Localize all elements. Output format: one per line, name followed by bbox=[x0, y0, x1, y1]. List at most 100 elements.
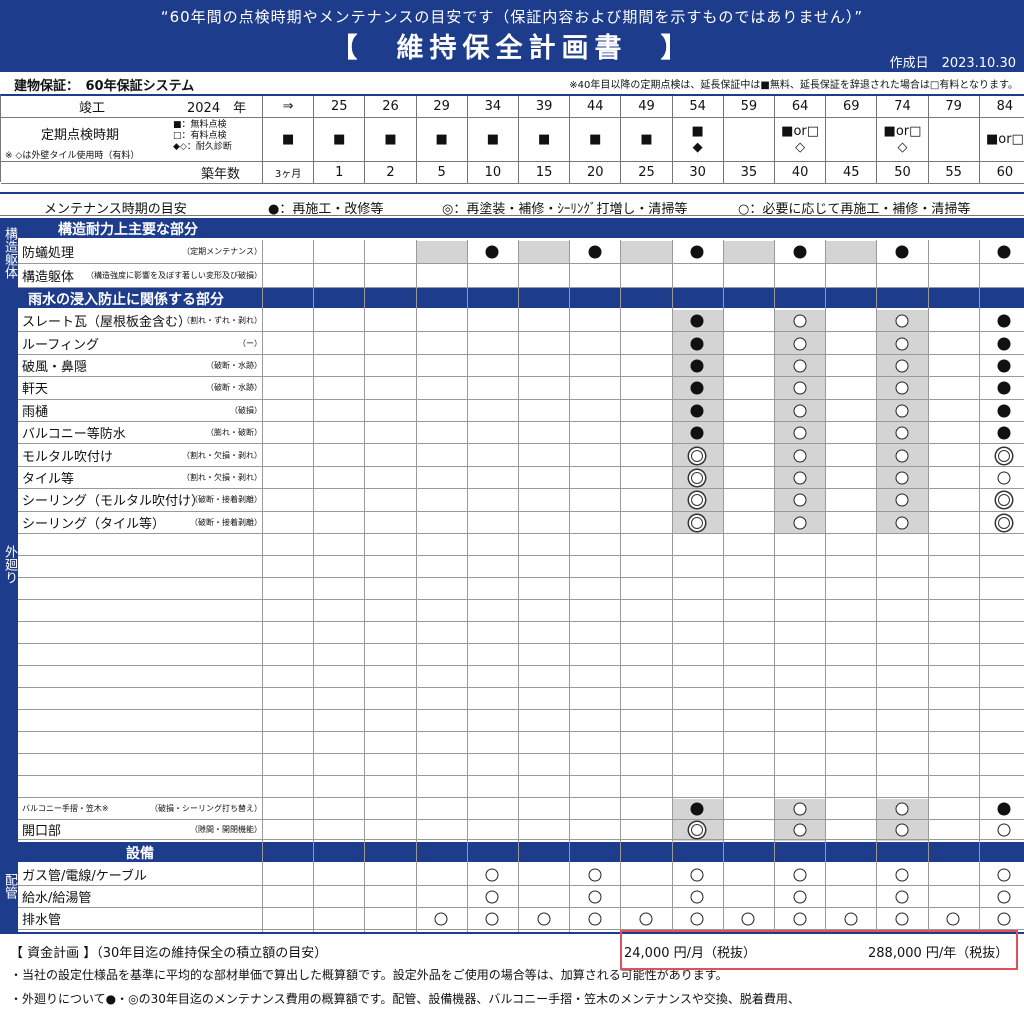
section-equipment-label: 設備 bbox=[126, 846, 154, 862]
open-circle-icon bbox=[588, 912, 602, 926]
inspection-mark-cell: ■ bbox=[570, 118, 622, 162]
open-circle-icon bbox=[895, 912, 909, 926]
column-divider bbox=[825, 240, 827, 932]
open-circle-icon bbox=[741, 912, 755, 926]
row-note: （破断・水跡） bbox=[206, 360, 262, 370]
empty-row bbox=[18, 688, 1024, 710]
inspection-mark-cell: ■or□ ◇ bbox=[877, 118, 929, 162]
open-circle-icon bbox=[793, 404, 807, 418]
table-row: シーリング（モルタル吹付け） （破断・接着剥離） bbox=[18, 489, 1024, 512]
filled-circle-icon bbox=[997, 245, 1011, 259]
year-cell: 74 bbox=[877, 96, 929, 118]
age-cell: 60 bbox=[979, 162, 1024, 184]
open-circle-icon bbox=[895, 516, 909, 530]
open-circle-icon bbox=[793, 868, 807, 882]
row-note: （割れ・ずれ・剥れ） bbox=[182, 316, 262, 326]
open-circle-icon bbox=[434, 912, 448, 926]
row-note: （膨れ・破断） bbox=[206, 428, 262, 438]
age-cell: 40 bbox=[775, 162, 827, 184]
row-label: ガス管/電線/ケーブル bbox=[22, 869, 147, 884]
double-circle-icon bbox=[691, 449, 704, 462]
age-cell: 45 bbox=[826, 162, 878, 184]
inspection-mark-cell: ■ bbox=[467, 118, 519, 162]
page-title: 【 維持保全計画書 】 bbox=[330, 33, 694, 64]
section-rain: 雨水の浸入防止に関係する部分 bbox=[18, 288, 1024, 308]
row-label: ルーフィング bbox=[22, 337, 99, 353]
inspection-mark-cell: ■ bbox=[519, 118, 571, 162]
filled-circle-icon bbox=[690, 314, 704, 328]
table-row: 防蟻処理 （定期メンテナンス） bbox=[18, 240, 1024, 264]
open-circle-icon bbox=[588, 868, 602, 882]
row-note: （破断・接着剥離） bbox=[190, 495, 262, 505]
double-circle-icon bbox=[691, 824, 704, 836]
column-divider bbox=[518, 240, 519, 932]
open-circle-icon bbox=[895, 404, 909, 418]
column-divider bbox=[876, 240, 878, 932]
row-label: バルコニー等防水 bbox=[22, 427, 126, 443]
completion-year: 2024 年 bbox=[187, 101, 247, 116]
column-divider bbox=[671, 240, 673, 932]
inspection-note: ※ ◇は外壁タイル使用時（有料） bbox=[5, 151, 140, 161]
inspection-mark-cell: ■or□ ◇ bbox=[775, 118, 827, 162]
open-circle-icon bbox=[793, 516, 807, 530]
double-circle-icon bbox=[691, 494, 704, 507]
row-note: （割れ・欠損・剥れ） bbox=[182, 450, 262, 460]
open-circle-icon bbox=[895, 471, 909, 485]
open-circle-icon bbox=[793, 381, 807, 395]
open-circle-icon bbox=[895, 802, 909, 816]
open-circle-icon bbox=[895, 337, 909, 351]
column-divider bbox=[364, 240, 366, 932]
table-row: 構造躯体 （構造強度に影響を及ぼす著しい変形及び破損） bbox=[18, 264, 1024, 288]
open-circle-icon bbox=[895, 426, 909, 440]
double-circle-icon bbox=[998, 494, 1011, 507]
header-subtitle: “60年間の点検時期やメンテナンスの目安です（保証内容および期間を示すものではあ… bbox=[160, 8, 864, 26]
empty-row bbox=[18, 556, 1024, 578]
empty-row bbox=[18, 644, 1024, 666]
open-circle-icon bbox=[793, 890, 807, 904]
row-note: （ー） bbox=[238, 338, 262, 348]
filled-circle-icon bbox=[690, 381, 704, 395]
year-cell: 26 bbox=[365, 96, 417, 118]
column-divider bbox=[569, 240, 571, 932]
table-row: 破風・鼻隠 （破断・水跡） bbox=[18, 355, 1024, 378]
column-divider bbox=[927, 240, 929, 932]
row-label: シーリング（タイル等） bbox=[22, 516, 166, 532]
table-row: シーリング（タイル等） （破断・接着剥離） bbox=[18, 512, 1024, 534]
row-note: （破損） bbox=[230, 405, 262, 415]
inspection-mark-cell: ■ bbox=[621, 118, 673, 162]
year-cell: 29 bbox=[416, 96, 468, 118]
open-circle-icon bbox=[997, 471, 1011, 485]
completion-row-label: 竣工 2024 年 bbox=[1, 96, 263, 118]
filled-circle-icon bbox=[895, 245, 909, 259]
filled-circle-icon bbox=[690, 802, 704, 816]
inspection-mark-cell bbox=[723, 118, 775, 162]
double-circle-icon bbox=[691, 472, 704, 484]
open-circle-icon bbox=[793, 802, 807, 816]
legend-label: メンテナンス時期の目安 bbox=[44, 202, 187, 217]
table-row: 雨樋 （破損） bbox=[18, 400, 1024, 422]
empty-row bbox=[18, 710, 1024, 732]
open-circle-icon bbox=[485, 890, 499, 904]
open-circle-icon bbox=[485, 912, 499, 926]
side-label-exterior: 外廻り bbox=[0, 288, 18, 840]
table-row: ルーフィング （ー） bbox=[18, 332, 1024, 355]
year-cell: 54 bbox=[672, 96, 724, 118]
open-circle-icon bbox=[793, 823, 807, 837]
open-circle-icon bbox=[895, 868, 909, 882]
table-row: バルコニー手摺・笠木※ （破損・シーリング打ち替え） bbox=[18, 798, 1024, 820]
info-bar: 建物保証： 60年保証システム ※40年目以降の定期点検は、延長保証中は■無料、… bbox=[0, 72, 1024, 94]
row-note: （構造強度に影響を及ぼす著しい変形及び破損） bbox=[86, 271, 262, 280]
open-circle-icon bbox=[690, 890, 704, 904]
table-row: 排水管 bbox=[18, 908, 1024, 930]
filled-circle-icon bbox=[690, 404, 704, 418]
inspection-row-label: 定期点検時期 ■：無料点検 □：有料点検 ◆◇：耐久診断 ※ ◇は外壁タイル使用… bbox=[1, 118, 263, 162]
row-note: （割れ・欠損・剥れ） bbox=[182, 472, 262, 482]
double-circle-icon bbox=[998, 516, 1011, 529]
table-row: スレート瓦（屋根板金含む） （割れ・ずれ・剥れ） bbox=[18, 310, 1024, 333]
schedule-header-table: 竣工 2024 年 定期点検時期 ■：無料点検 □：有料点検 ◆◇：耐久診断 ※… bbox=[0, 94, 1024, 184]
age-cell: 30 bbox=[672, 162, 724, 184]
filled-circle-icon bbox=[997, 314, 1011, 328]
open-circle-icon bbox=[793, 449, 807, 463]
empty-row bbox=[18, 754, 1024, 776]
age-cell: 50 bbox=[877, 162, 929, 184]
